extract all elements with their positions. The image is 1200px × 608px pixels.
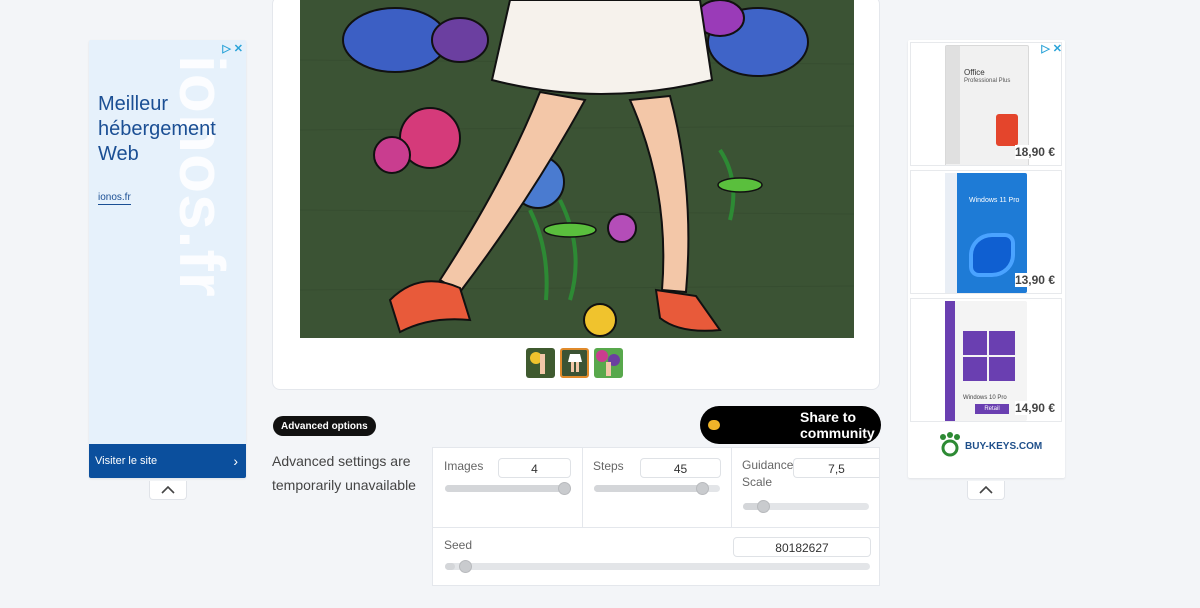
collapse-left-ad-button[interactable] <box>149 481 187 500</box>
thumbnail-image <box>562 350 587 376</box>
steps-setting: Steps 45 <box>582 448 731 527</box>
product-price: 13,90 € <box>1014 273 1055 287</box>
guidance-scale-input[interactable]: 7,5 <box>793 458 879 478</box>
close-icon[interactable]: ✕ <box>234 42 243 55</box>
product-price: 18,90 € <box>1014 145 1055 159</box>
thumbnail-3[interactable] <box>594 348 623 378</box>
steps-slider[interactable] <box>594 482 720 495</box>
images-setting: Images 4 <box>433 448 582 527</box>
seed-slider[interactable] <box>445 560 870 573</box>
thumbnail-1[interactable] <box>526 348 555 378</box>
images-input[interactable]: 4 <box>498 458 571 478</box>
share-button-label: Share to community <box>800 409 875 441</box>
seed-label: Seed <box>444 538 473 552</box>
chevron-up-icon <box>161 486 175 494</box>
product-office[interactable]: Office Professional Plus 18,90 € <box>910 42 1062 166</box>
thumbnail-image <box>594 348 623 378</box>
collapse-right-ad-button[interactable] <box>967 481 1005 500</box>
product-price: 14,90 € <box>1014 401 1055 415</box>
seed-setting: Seed 80182627 <box>433 528 879 586</box>
ad-cta-button[interactable]: Visiter le site › <box>89 444 246 478</box>
left-advertisement[interactable]: ionos.fr ▷ ✕ Meilleur hébergement Web io… <box>89 40 246 478</box>
guidance-scale-slider-handle[interactable] <box>757 500 770 513</box>
close-icon[interactable]: ✕ <box>1053 42 1062 55</box>
chevron-right-icon: › <box>233 453 238 469</box>
thumbnail-image <box>526 348 555 378</box>
product-windows-11-pro[interactable]: Windows 11 Pro 13,90 € <box>910 170 1062 294</box>
generation-settings-panel: Images 4 Steps 45 Guidance Scale 7,5 See… <box>432 447 880 586</box>
guidance-scale-setting: Guidance Scale 7,5 <box>731 448 879 527</box>
illustration-girl-flowers <box>300 0 854 338</box>
ad-headline[interactable]: Meilleur hébergement Web <box>98 92 238 167</box>
images-slider-handle[interactable] <box>558 482 571 495</box>
share-to-community-button[interactable]: Share to community <box>700 406 881 444</box>
steps-input[interactable]: 45 <box>640 458 721 478</box>
share-icon <box>708 420 720 430</box>
thumbnail-2-selected[interactable] <box>560 348 589 378</box>
ad-domain[interactable]: ionos.fr <box>98 192 131 205</box>
seed-slider-handle[interactable] <box>459 560 472 573</box>
advanced-options-button[interactable]: Advanced options <box>273 416 376 436</box>
guidance-scale-label: Guidance Scale <box>742 458 794 489</box>
buykeys-logo[interactable]: BUY-KEYS.COM <box>938 432 1042 460</box>
buykeys-brand-text: BUY-KEYS.COM <box>965 440 1043 452</box>
thumbnail-strip <box>526 348 623 378</box>
guidance-scale-slider[interactable] <box>743 500 869 513</box>
key-logo-icon <box>940 432 960 457</box>
ad-cta-label: Visiter le site <box>95 455 158 467</box>
advanced-settings-message: Advanced settings are temporarily unavai… <box>272 453 416 493</box>
right-advertisement[interactable]: ▷ ✕ Office Professional Plus 18,90 € Win… <box>908 40 1065 478</box>
generated-image <box>300 0 854 338</box>
steps-label: Steps <box>593 459 624 473</box>
product-windows-10-pro[interactable]: Windows 10 Pro Retail 14,90 € <box>910 298 1062 422</box>
seed-input[interactable]: 80182627 <box>733 537 871 557</box>
adchoices-controls[interactable]: ▷ ✕ <box>1041 42 1062 55</box>
images-label: Images <box>444 459 484 473</box>
adchoices-icon[interactable]: ▷ <box>1041 42 1049 55</box>
adchoices-icon[interactable]: ▷ <box>222 42 230 55</box>
steps-slider-handle[interactable] <box>696 482 709 495</box>
chevron-up-icon <box>979 486 993 494</box>
adchoices-controls[interactable]: ▷ ✕ <box>222 42 243 55</box>
images-slider[interactable] <box>445 482 571 495</box>
